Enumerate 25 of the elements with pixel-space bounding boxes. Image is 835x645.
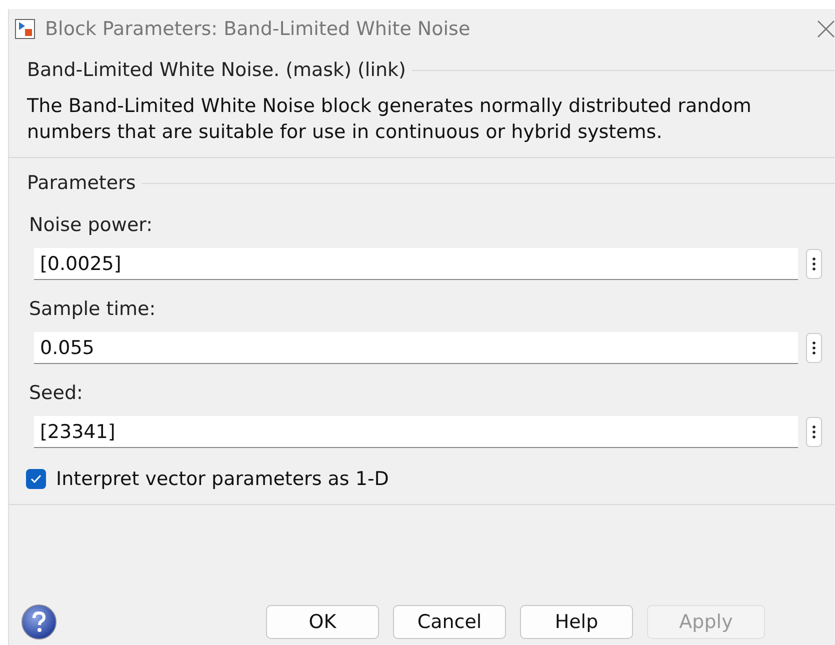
field-label: Noise power: (29, 214, 154, 236)
more-options-button[interactable] (806, 249, 822, 279)
check-icon (30, 474, 42, 484)
dialog-button[interactable]: OK (266, 605, 379, 639)
close-icon[interactable] (817, 20, 835, 38)
block-icon (15, 19, 35, 39)
checkbox[interactable] (26, 469, 46, 489)
more-options-button[interactable] (806, 417, 822, 447)
dialog-button[interactable]: Cancel (393, 605, 506, 639)
input-field[interactable]: 0.055 (34, 332, 798, 364)
help-icon[interactable] (20, 604, 58, 640)
more-icon (812, 425, 816, 439)
more-icon (812, 341, 816, 355)
description-text: The Band-Limited White Noise block generates normally distributed random numbers that are suitable for use in continuous or hybrid systems. (27, 94, 752, 145)
input-field[interactable]: [0.0025] (34, 248, 798, 280)
group-title: Band-Limited White Noise. (mask) (link) (26, 59, 407, 81)
more-icon (812, 257, 816, 271)
more-options-button[interactable] (806, 333, 822, 363)
input-field[interactable]: [23341] (34, 416, 798, 448)
field-label: Sample time: (29, 298, 157, 320)
window-title: Block Parameters: Band-Limited White Noise (45, 18, 472, 40)
checkbox-label: Interpret vector parameters as 1-D (56, 468, 389, 490)
group-title: Parameters (26, 172, 137, 194)
dialog-button[interactable]: Help (520, 605, 633, 639)
field-label: Seed: (29, 382, 84, 404)
